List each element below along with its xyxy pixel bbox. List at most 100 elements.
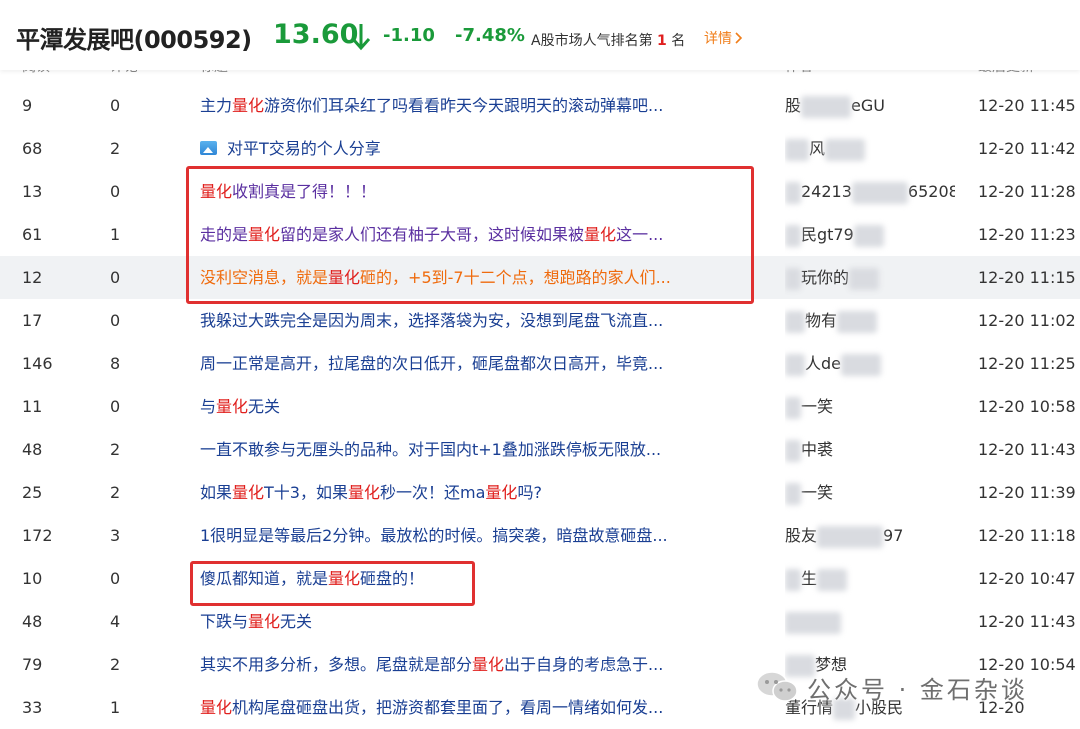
rank-number: 1 bbox=[657, 33, 667, 49]
author-name[interactable]: 股 eGU bbox=[785, 84, 955, 127]
post-row: 9 0 主力量化游资你们耳朵红了吗看看昨天今天跟明天的滚动弹幕吧... 股 eGU… bbox=[0, 84, 1080, 127]
post-row: 25 2 如果量化T十3，如果量化秒一次！还ma量化吗? 一笑 12-20 11… bbox=[0, 471, 1080, 514]
author-name[interactable]: 中裘 bbox=[785, 428, 955, 471]
title-text: 机构尾盘砸盘出货，把游资都套里面了，看周一情绪如何发... bbox=[232, 698, 664, 717]
post-title[interactable]: 周一正常是高开，拉尾盘的次日低开，砸尾盘都次日高开，毕竟... bbox=[200, 342, 756, 385]
read-count: 9 bbox=[22, 96, 33, 115]
author-text: eGU bbox=[851, 96, 885, 115]
blurred-author bbox=[837, 310, 878, 333]
author-text: 风 bbox=[809, 139, 826, 158]
rank-suffix: 名 bbox=[671, 33, 686, 49]
author-text: 人de bbox=[805, 354, 842, 373]
blurred-author bbox=[785, 181, 801, 204]
post-title[interactable]: 主力量化游资你们耳朵红了吗看看昨天今天跟明天的滚动弹幕吧... bbox=[200, 84, 756, 127]
author-name[interactable]: 一笑 bbox=[785, 471, 955, 514]
price-change: -1.10 bbox=[383, 25, 435, 46]
read-count: 172 bbox=[22, 526, 53, 545]
post-row: 11 0 与量化无关 一笑 12-20 10:58 bbox=[0, 385, 1080, 428]
blurred-author bbox=[801, 95, 852, 118]
blurred-author bbox=[851, 181, 908, 204]
comment-count: 0 bbox=[110, 96, 121, 115]
blurred-author bbox=[785, 568, 801, 591]
title-text: 无关 bbox=[248, 397, 281, 416]
title-text: 对平T交易的个人分享 bbox=[227, 139, 381, 158]
post-title[interactable]: 下跌与量化无关 bbox=[200, 600, 756, 643]
read-count: 17 bbox=[22, 311, 43, 330]
post-title[interactable]: 我躲过大跌完全是因为周末，选择落袋为安，没想到尾盘飞流直... bbox=[200, 299, 756, 342]
post-title[interactable]: 没利空消息，就是量化砸的，+5到-7十二个点，想跑路的家人们... bbox=[200, 256, 756, 299]
comment-count: 4 bbox=[110, 612, 121, 631]
keyword-quant: 量化 bbox=[248, 612, 281, 631]
last-update-time: 12-20 11:39 bbox=[978, 483, 1076, 502]
comment-count: 0 bbox=[110, 569, 121, 588]
post-row: 17 0 我躲过大跌完全是因为周末，选择落袋为安，没想到尾盘飞流直... 物有 … bbox=[0, 299, 1080, 342]
blurred-author bbox=[817, 568, 848, 591]
image-icon bbox=[200, 141, 217, 155]
author-name[interactable]: 股友 97 bbox=[785, 514, 955, 557]
comment-count: 0 bbox=[110, 397, 121, 416]
keyword-quant: 量化 bbox=[200, 698, 233, 717]
author-text: 中裘 bbox=[801, 440, 834, 459]
author-name[interactable]: 民gt79 bbox=[785, 213, 955, 256]
keyword-quant: 量化 bbox=[328, 268, 361, 287]
comment-count: 1 bbox=[110, 698, 121, 717]
title-text: 收割真是了得！！！ bbox=[232, 182, 377, 201]
read-count: 79 bbox=[22, 655, 43, 674]
read-count: 13 bbox=[22, 182, 43, 201]
blurred-author bbox=[785, 138, 809, 161]
read-count: 48 bbox=[22, 612, 43, 631]
popularity-rank: A股市场人气排名第 1 名 bbox=[531, 30, 685, 50]
read-count: 25 bbox=[22, 483, 43, 502]
last-update-time: 12-20 11:25 bbox=[978, 354, 1076, 373]
blurred-author bbox=[817, 525, 884, 548]
post-title[interactable]: 傻瓜都知道，就是量化砸盘的！ bbox=[200, 557, 756, 600]
author-name[interactable]: 生 bbox=[785, 557, 955, 600]
keyword-quant: 量化 bbox=[485, 483, 518, 502]
author-text: 97 bbox=[883, 526, 904, 545]
wechat-logo-icon bbox=[756, 671, 798, 702]
author-text: 股友 bbox=[785, 526, 818, 545]
post-title[interactable]: 一直不敢参与无厘头的品种。对于国内t+1叠加涨跌停板无限放... bbox=[200, 428, 756, 471]
author-text: 物有 bbox=[805, 311, 838, 330]
post-title[interactable]: 对平T交易的个人分享 bbox=[200, 127, 756, 170]
author-name[interactable]: 玩你的 bbox=[785, 256, 955, 299]
author-name[interactable] bbox=[785, 600, 955, 643]
keyword-quant: 量化 bbox=[328, 569, 361, 588]
details-link[interactable]: 详情 bbox=[704, 28, 743, 48]
post-row: 10 0 傻瓜都知道，就是量化砸盘的！ 生 12-20 10:47 bbox=[0, 557, 1080, 600]
post-title[interactable]: 量化收割真是了得！！！ bbox=[200, 170, 756, 213]
wechat-watermark: 公众号 · 金石杂谈 bbox=[755, 665, 1028, 709]
author-name[interactable]: 风 bbox=[785, 127, 955, 170]
stock-bar-title[interactable]: 平潭发展吧(000592) bbox=[16, 20, 252, 55]
comment-count: 0 bbox=[110, 268, 121, 287]
author-text: 65208 bbox=[907, 182, 955, 201]
post-title[interactable]: 与量化无关 bbox=[200, 385, 756, 428]
title-text: 这一... bbox=[616, 225, 664, 244]
post-title[interactable]: 1很明显是等最后2分钟。最放松的时候。搞突袭，暗盘故意砸盘... bbox=[200, 514, 756, 557]
author-text: 民gt79 bbox=[801, 225, 854, 244]
post-title[interactable]: 走的是量化留的是家人们还有柚子大哥，这时候如果被量化这一... bbox=[200, 213, 756, 256]
author-name[interactable]: 一笑 bbox=[785, 385, 955, 428]
blurred-author bbox=[853, 224, 884, 247]
keyword-quant: 量化 bbox=[584, 225, 617, 244]
post-title[interactable]: 如果量化T十3，如果量化秒一次！还ma量化吗? bbox=[200, 471, 756, 514]
author-text: 股 bbox=[785, 96, 802, 115]
title-text: 留的是家人们还有柚子大哥，这时候如果被 bbox=[280, 225, 585, 244]
blurred-author bbox=[785, 353, 805, 376]
last-update-time: 12-20 11:45 bbox=[978, 96, 1076, 115]
keyword-quant: 量化 bbox=[232, 483, 265, 502]
post-row: 48 4 下跌与量化无关 12-20 11:43 bbox=[0, 600, 1080, 643]
rank-prefix: A股市场人气排名第 bbox=[531, 33, 653, 49]
title-text: 没利空消息，就是 bbox=[200, 268, 329, 287]
author-name[interactable]: 物有 bbox=[785, 299, 955, 342]
post-title[interactable]: 其实不用多分析，多想。尾盘就是部分量化出于自身的考虑急于... bbox=[200, 643, 756, 686]
last-update-time: 12-20 11:18 bbox=[978, 526, 1076, 545]
title-text: 与 bbox=[200, 397, 217, 416]
title-text: 无关 bbox=[280, 612, 313, 631]
read-count: 33 bbox=[22, 698, 43, 717]
chevron-right-icon bbox=[735, 32, 743, 44]
comment-count: 8 bbox=[110, 354, 121, 373]
post-title[interactable]: 量化机构尾盘砸盘出货，把游资都套里面了，看周一情绪如何发... bbox=[200, 686, 756, 729]
author-name[interactable]: 人de bbox=[785, 342, 955, 385]
author-name[interactable]: 24213 65208 bbox=[785, 170, 955, 213]
